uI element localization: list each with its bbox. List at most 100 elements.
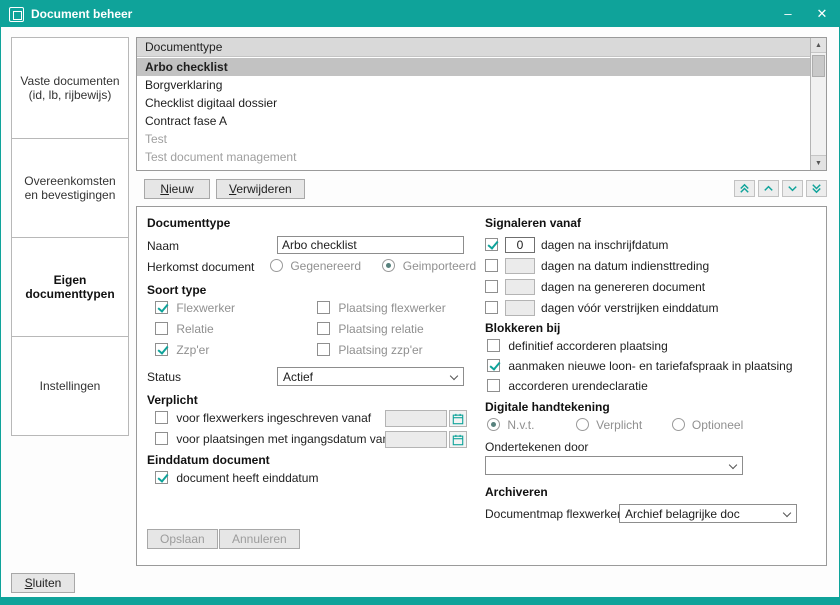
chevron-up-icon [762, 182, 775, 195]
geimporteerd-radio[interactable] [382, 259, 395, 272]
window-title: Document beheer [31, 7, 132, 21]
move-up-button[interactable] [758, 180, 779, 197]
list-row[interactable]: Contract fase A [137, 112, 810, 130]
signaleren-indiensttreding-checkbox[interactable] [485, 259, 498, 272]
blokkeren-definitief-checkbox[interactable] [487, 339, 500, 352]
einddatum-label: document heeft einddatum [176, 471, 318, 485]
section-archiveren: Archiveren [485, 485, 548, 499]
verplicht-radio[interactable] [576, 418, 589, 431]
list-row[interactable]: Test document management [137, 148, 810, 166]
list-nav-buttons [734, 180, 827, 197]
flexwerker-checkbox[interactable] [155, 301, 168, 314]
gegenereerd-radio[interactable] [270, 259, 283, 272]
chevron-down-icon [786, 182, 799, 195]
signaleren-genereren-checkbox[interactable] [485, 280, 498, 293]
move-down-button[interactable] [782, 180, 803, 197]
list-actions: Nieuw Verwijderen [136, 179, 827, 199]
scroll-up-icon[interactable]: ▲ [811, 38, 826, 53]
move-bottom-button[interactable] [806, 180, 827, 197]
opslaan-button[interactable]: Opslaan [147, 529, 218, 549]
list-rows: Arbo checklist Borgverklaring Checklist … [137, 58, 810, 170]
verplicht-flexwerkers-checkbox[interactable] [155, 411, 168, 424]
verplicht-flexwerkers-date-input[interactable] [385, 410, 447, 427]
naam-input[interactable] [277, 236, 464, 254]
move-top-button[interactable] [734, 180, 755, 197]
tab-eigen-documenttypen[interactable]: Eigen documenttypen [11, 237, 129, 337]
signaleren-inschrijfdatum-checkbox[interactable] [485, 238, 498, 251]
list-row[interactable]: Arbo checklist [137, 58, 810, 76]
chevron-down-icon [729, 461, 737, 469]
relatie-checkbox[interactable] [155, 322, 168, 335]
section-digitale-handtekening: Digitale handtekening [485, 400, 610, 414]
calendar-icon [452, 434, 464, 446]
list-row[interactable]: Borgverklaring [137, 76, 810, 94]
signaleren-indiensttreding-input[interactable] [505, 258, 535, 274]
verwijderen-button[interactable]: Verwijderen [216, 179, 305, 199]
sluiten-button[interactable]: Sluiten [11, 573, 75, 593]
verplicht-plaatsingen-checkbox[interactable] [155, 432, 168, 445]
status-label: Status [147, 370, 181, 384]
opslaan-button-label: Opslaan [160, 532, 205, 546]
blokkeren-urendeclaratie-label: accorderen urendeclaratie [508, 379, 647, 393]
blokkeren-loonafspraak-checkbox[interactable] [487, 359, 500, 372]
section-blokkeren: Blokkeren bij [485, 321, 560, 335]
verplicht-plaatsingen-date-input[interactable] [385, 431, 447, 448]
documentmap-select[interactable]: Archief belagrijke doc [619, 504, 797, 523]
herkomst-label: Herkomst document [147, 260, 254, 274]
blokkeren-urendeclaratie-checkbox[interactable] [487, 379, 500, 392]
zzper-label: Zzp'er [176, 343, 209, 357]
app-icon [9, 7, 24, 22]
signaleren-einddatum-checkbox[interactable] [485, 301, 498, 314]
plaatsing-relatie-checkbox[interactable] [317, 322, 330, 335]
nvt-radio[interactable] [487, 418, 500, 431]
blokkeren-loonafspraak-label: aanmaken nieuwe loon- en tariefafspraak … [508, 359, 792, 373]
document-beheer-dialog: Document beheer – ✕ Vaste documenten (id… [0, 0, 840, 605]
nieuw-button-label: Nieuw [160, 182, 193, 196]
tab-instellingen[interactable]: Instellingen [11, 336, 129, 436]
plaatsing-zzper-checkbox[interactable] [317, 343, 330, 356]
close-button[interactable]: ✕ [813, 1, 831, 27]
einddatum-checkbox[interactable] [155, 471, 168, 484]
verwijderen-button-label: Verwijderen [229, 182, 292, 196]
nieuw-button[interactable]: Nieuw [144, 179, 210, 199]
verplicht-flexwerkers-calendar-button[interactable] [449, 410, 467, 427]
zzper-checkbox[interactable] [155, 343, 168, 356]
signaleren-inschrijfdatum-input[interactable]: 0 [505, 237, 535, 253]
tab-overeenkomsten[interactable]: Overeenkomsten en bevestigingen [11, 138, 129, 238]
signaleren-genereren-input[interactable] [505, 279, 535, 295]
status-select[interactable]: Actief [277, 367, 464, 386]
tab-vaste-documenten[interactable]: Vaste documenten (id, lb, rijbewijs) [11, 37, 129, 139]
list-scrollbar[interactable]: ▲ ▼ [810, 38, 826, 170]
list-row[interactable]: Test [137, 130, 810, 148]
ondertekenen-select[interactable] [485, 456, 743, 475]
window-bottom-border [1, 597, 839, 604]
optioneel-radio[interactable] [672, 418, 685, 431]
list-row[interactable]: Checklist digitaal dossier [137, 94, 810, 112]
sidebar-tabs: Vaste documenten (id, lb, rijbewijs) Ove… [11, 37, 129, 436]
plaatsing-zzper-label: Plaatsing zzp'er [338, 343, 422, 357]
scrollbar-thumb[interactable] [812, 55, 825, 77]
double-chevron-down-icon [810, 182, 823, 195]
chevron-down-icon [450, 372, 458, 380]
plaatsing-flexwerker-checkbox[interactable] [317, 301, 330, 314]
verplicht-flexwerkers-label: voor flexwerkers ingeschreven vanaf [176, 411, 371, 425]
nvt-label: N.v.t. [507, 418, 534, 432]
verplicht-radio-label: Verplicht [596, 418, 642, 432]
minimize-button[interactable]: – [779, 1, 797, 27]
blokkeren-definitief-label: definitief accorderen plaatsing [508, 339, 667, 353]
section-signaleren: Signaleren vanaf [485, 216, 581, 230]
annuleren-button[interactable]: Annuleren [219, 529, 300, 549]
status-value: Actief [283, 370, 313, 384]
documenttype-list: Documenttype Arbo checklist Borgverklari… [136, 37, 827, 171]
signaleren-einddatum-label: dagen vóór verstrijken einddatum [541, 301, 718, 315]
titlebar: Document beheer – ✕ [1, 1, 839, 27]
list-header: Documenttype [137, 38, 810, 57]
section-documenttype: Documenttype [147, 216, 230, 230]
signaleren-einddatum-input[interactable] [505, 300, 535, 316]
verplicht-plaatsingen-calendar-button[interactable] [449, 431, 467, 448]
signaleren-indiensttreding-label: dagen na datum indiensttreding [541, 259, 709, 273]
signaleren-inschrijfdatum-label: dagen na inschrijfdatum [541, 238, 668, 252]
documentmap-value: Archief belagrijke doc [625, 507, 740, 521]
verplicht-plaatsingen-label: voor plaatsingen met ingangsdatum vanaf [176, 432, 399, 446]
scroll-down-icon[interactable]: ▼ [811, 155, 826, 170]
